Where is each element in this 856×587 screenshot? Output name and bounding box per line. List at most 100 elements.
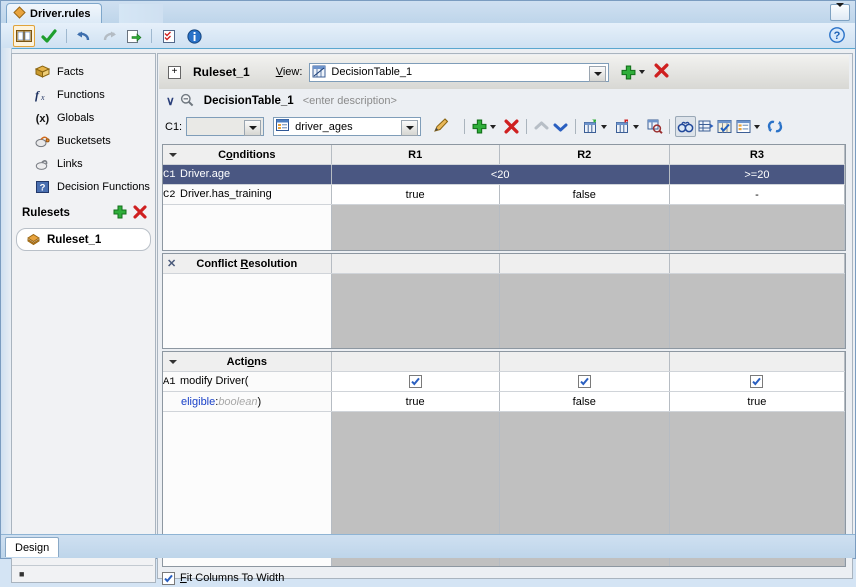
conditions-filler-row bbox=[163, 204, 845, 250]
action-checkbox-cell-r2[interactable] bbox=[499, 371, 670, 392]
conflict-resolution-header-cell[interactable]: ✕ Conflict Resolution bbox=[163, 254, 332, 274]
facts-icon bbox=[34, 64, 50, 80]
action-value-cell-r1[interactable]: true bbox=[331, 391, 500, 412]
info-icon-button[interactable] bbox=[183, 25, 205, 47]
bucketset-select[interactable]: driver_ages bbox=[273, 117, 422, 136]
dictionary-book-icon-button[interactable] bbox=[13, 25, 35, 47]
split-table-icon-button[interactable] bbox=[581, 117, 600, 136]
refresh-icon-button[interactable] bbox=[765, 117, 784, 136]
help-icon-button[interactable]: ? bbox=[829, 27, 845, 46]
rule-column-header-r3[interactable]: R3 bbox=[669, 145, 845, 165]
document-tab-strip: Driver.rules bbox=[1, 1, 855, 24]
close-icon[interactable]: ✕ bbox=[167, 257, 176, 270]
collapse-triangle-icon[interactable] bbox=[169, 359, 177, 364]
sidebar-item-facts[interactable]: Facts bbox=[12, 60, 155, 83]
table-row[interactable]: eligible:boolean) true false true bbox=[163, 391, 845, 412]
rule-column-header-r2[interactable]: R2 bbox=[499, 145, 670, 165]
checked-grid-icon-button[interactable] bbox=[715, 117, 734, 136]
chevron-down-icon[interactable] bbox=[633, 124, 640, 129]
add-view-button[interactable] bbox=[621, 65, 646, 80]
conflict-resolution-header-label: Conflict Resolution bbox=[196, 257, 298, 270]
checklist-icon-button[interactable] bbox=[158, 25, 180, 47]
edit-bucketset-pencil-icon[interactable] bbox=[433, 117, 450, 136]
sidebar-item-ruleset-1[interactable]: Ruleset_1 bbox=[16, 228, 151, 251]
sidebar-item-label: Functions bbox=[57, 88, 105, 101]
condition-cell-c1-r3[interactable]: >=20 bbox=[669, 164, 845, 185]
svg-text:(x): (x) bbox=[35, 113, 49, 125]
condition-cell-c2-r3[interactable]: - bbox=[669, 184, 845, 205]
table-row[interactable]: C1 Driver.age <20 >=20 bbox=[163, 164, 845, 185]
chevron-down-icon[interactable] bbox=[601, 124, 608, 129]
action-row-label-a1[interactable]: A1 modify Driver( bbox=[163, 371, 332, 392]
editor-mode-tabstrip: Design bbox=[1, 534, 855, 558]
action-checkbox-cell-r3[interactable] bbox=[669, 371, 845, 392]
move-down-icon-button[interactable] bbox=[551, 117, 570, 136]
tab-list-dropdown-button[interactable] bbox=[830, 2, 850, 21]
action-checkbox-r2[interactable] bbox=[577, 375, 591, 388]
delete-rule-icon-button[interactable] bbox=[502, 117, 521, 136]
add-rule-icon-button[interactable] bbox=[470, 117, 489, 136]
sidebar-item-links[interactable]: Links bbox=[12, 152, 155, 175]
collapse-toggle-icon[interactable]: ∨ bbox=[166, 94, 175, 108]
condition-cell-c2-r1[interactable]: true bbox=[331, 184, 500, 205]
expand-ruleset-button[interactable]: + bbox=[168, 65, 181, 79]
redo-icon-button[interactable] bbox=[98, 25, 120, 47]
find-gaps-icon-button[interactable] bbox=[645, 117, 664, 136]
action-value-cell-r3[interactable]: true bbox=[669, 391, 845, 412]
merge-table-icon-button[interactable] bbox=[613, 117, 632, 136]
action-checkbox-r3[interactable] bbox=[750, 375, 764, 388]
actions-header-r3 bbox=[669, 352, 845, 372]
action-parameter-label[interactable]: eligible:boolean) bbox=[163, 391, 332, 412]
toolbar-separator bbox=[526, 119, 528, 134]
view-select[interactable]: DecisionTable_1 bbox=[309, 62, 610, 82]
document-tab-driver-rules[interactable]: Driver.rules bbox=[6, 3, 102, 24]
conflict-header-r1 bbox=[331, 254, 500, 274]
add-ruleset-button[interactable] bbox=[113, 205, 127, 222]
action-checkbox-r1[interactable] bbox=[408, 375, 422, 388]
c1-select[interactable] bbox=[186, 117, 265, 136]
conditions-header-cell[interactable]: Conditions bbox=[163, 145, 332, 165]
sidebar-item-globals[interactable]: (x) Globals bbox=[12, 106, 155, 129]
condition-row-label-c2[interactable]: C2 Driver.has_training bbox=[163, 184, 332, 205]
delete-ruleset-button[interactable] bbox=[133, 204, 147, 222]
action-parameter-type: boolean bbox=[218, 395, 258, 408]
sidebar-item-functions[interactable]: fx Functions bbox=[12, 83, 155, 106]
condition-cell-c2-r2[interactable]: false bbox=[499, 184, 670, 205]
svg-text:x: x bbox=[40, 93, 45, 102]
move-up-icon-button[interactable] bbox=[532, 117, 551, 136]
condition-cell-c1-r1r2[interactable]: <20 bbox=[331, 164, 670, 185]
view-label: View: bbox=[275, 66, 303, 78]
decision-table-description[interactable]: <enter description> bbox=[303, 95, 397, 107]
toolbar-separator bbox=[464, 119, 466, 134]
sidebar-item-bucketsets[interactable]: Bucketsets bbox=[12, 129, 155, 152]
action-value-cell-r2[interactable]: false bbox=[499, 391, 670, 412]
grid-options-icon-button[interactable] bbox=[734, 117, 753, 136]
fit-columns-checkbox[interactable] bbox=[162, 571, 175, 585]
validate-check-icon-button[interactable] bbox=[38, 25, 60, 47]
tab-design[interactable]: Design bbox=[5, 537, 60, 557]
zoom-out-icon[interactable] bbox=[180, 93, 194, 110]
chevron-down-icon[interactable] bbox=[589, 65, 607, 82]
table-row[interactable]: C2 Driver.has_training true false - bbox=[163, 184, 845, 205]
chevron-down-icon[interactable] bbox=[490, 124, 497, 129]
export-icon-button[interactable] bbox=[123, 25, 145, 47]
rule-column-header-r1[interactable]: R1 bbox=[331, 145, 500, 165]
delete-view-button[interactable] bbox=[654, 63, 669, 81]
undo-icon-button[interactable] bbox=[73, 25, 95, 47]
rulesets-label: Rulesets bbox=[22, 207, 70, 219]
chevron-down-icon[interactable] bbox=[244, 120, 262, 136]
collapse-triangle-icon[interactable] bbox=[169, 152, 177, 157]
compact-table-icon-button[interactable] bbox=[696, 117, 715, 136]
chevron-down-icon[interactable] bbox=[754, 124, 761, 129]
action-checkbox-cell-r1[interactable] bbox=[331, 371, 500, 392]
tab-strip-filler bbox=[119, 4, 163, 23]
decision-table-icon bbox=[312, 65, 327, 79]
chevron-down-icon[interactable] bbox=[401, 120, 419, 136]
actions-header-cell[interactable]: Actions bbox=[163, 352, 332, 372]
table-row[interactable]: A1 modify Driver( bbox=[163, 371, 845, 392]
condition-row-label-c1[interactable]: C1 Driver.age bbox=[163, 164, 332, 185]
action-parameter-close: ) bbox=[257, 395, 262, 408]
sidebar-item-decision-functions[interactable]: ? Decision Functions bbox=[12, 175, 155, 198]
show-conflicts-icon-button[interactable] bbox=[675, 116, 697, 137]
conditions-table: Conditions R1 R2 R3 C1 Driver.age <20 >=2… bbox=[162, 144, 846, 251]
